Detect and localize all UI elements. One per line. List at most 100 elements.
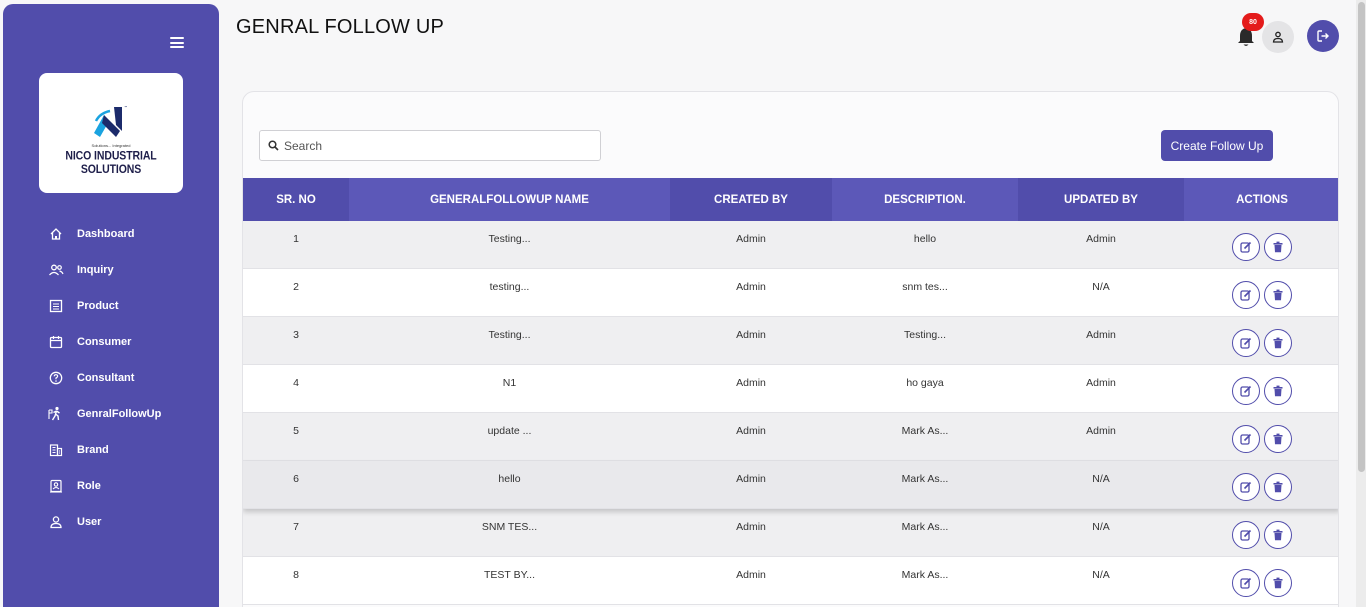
sidebar-item-dashboard[interactable]: Dashboard <box>3 222 219 246</box>
edit-button[interactable] <box>1232 569 1260 597</box>
edit-button[interactable] <box>1232 377 1260 405</box>
followup-card: Create Follow Up SR. NO GENERALFOLLOWUP … <box>242 91 1339 607</box>
sidebar-item-consultant[interactable]: Consultant <box>3 366 219 390</box>
sidebar-item-role[interactable]: Role <box>3 474 219 498</box>
table-row[interactable]: 5 update ... Admin Mark As... Admin <box>243 413 1338 461</box>
column-header-updated-by[interactable]: UPDATED BY <box>1018 178 1184 221</box>
table-row[interactable]: 6 hello Admin Mark As... N/A <box>243 461 1338 509</box>
delete-button[interactable] <box>1264 377 1292 405</box>
cell-sr-no: 7 <box>293 521 299 533</box>
edit-button[interactable] <box>1232 329 1260 357</box>
profile-avatar[interactable] <box>1262 21 1294 53</box>
edit-icon <box>1240 529 1252 541</box>
sidebar-item-label: Brand <box>77 444 109 456</box>
page-title: GENRAL FOLLOW UP <box>236 16 445 38</box>
help-circle-icon <box>48 370 64 386</box>
cell-created-by: Admin <box>736 473 766 485</box>
sidebar: ™ Solutions... Integrated NICO INDUSTRIA… <box>3 4 219 607</box>
sidebar-item-label: Product <box>77 300 119 312</box>
table-row[interactable]: 4 N1 Admin ho gaya Admin <box>243 365 1338 413</box>
home-icon <box>48 226 64 242</box>
cell-description: snm tes... <box>902 281 948 293</box>
delete-button[interactable] <box>1264 473 1292 501</box>
delete-button[interactable] <box>1264 569 1292 597</box>
table-row[interactable]: 3 Testing... Admin Testing... Admin <box>243 317 1338 365</box>
column-header-description[interactable]: DESCRIPTION. <box>832 178 1018 221</box>
logo-tagline: Solutions... Integrated <box>91 143 131 148</box>
delete-button[interactable] <box>1264 521 1292 549</box>
table-row[interactable]: 1 Testing... Admin hello Admin <box>243 221 1338 269</box>
cell-sr-no: 2 <box>293 281 299 293</box>
logout-button[interactable] <box>1307 20 1339 52</box>
edit-button[interactable] <box>1232 521 1260 549</box>
cell-description: Mark As... <box>901 521 949 533</box>
sidebar-item-genralfollowup[interactable]: GenralFollowUp <box>3 402 219 426</box>
cell-sr-no: 8 <box>293 569 299 581</box>
cell-actions <box>1184 557 1338 604</box>
cell-name: update ... <box>487 425 532 437</box>
cell-actions <box>1184 509 1338 556</box>
sidebar-item-user[interactable]: User <box>3 510 219 534</box>
cell-name: testing... <box>489 281 530 293</box>
cell-updated-by: Admin <box>1086 425 1116 437</box>
column-header-name[interactable]: GENERALFOLLOWUP NAME <box>349 178 670 221</box>
create-follow-up-button[interactable]: Create Follow Up <box>1161 130 1273 161</box>
delete-button[interactable] <box>1264 425 1292 453</box>
trash-icon <box>1273 385 1283 397</box>
company-logo: ™ Solutions... Integrated NICO INDUSTRIA… <box>39 73 183 193</box>
trash-icon <box>1273 433 1283 445</box>
sidebar-item-label: Inquiry <box>77 264 114 276</box>
list-icon <box>48 298 64 314</box>
cell-created-by: Admin <box>736 425 766 437</box>
trash-icon <box>1273 289 1283 301</box>
cell-actions <box>1184 221 1338 268</box>
sidebar-item-consumer[interactable]: Consumer <box>3 330 219 354</box>
notification-badge: 80 <box>1242 13 1264 31</box>
walking-person-icon <box>48 406 64 422</box>
menu-toggle-icon[interactable] <box>170 37 184 48</box>
search-icon <box>268 140 279 151</box>
scrollbar-thumb[interactable] <box>1358 2 1365 472</box>
cell-updated-by: Admin <box>1086 233 1116 245</box>
cell-sr-no: 4 <box>293 377 299 389</box>
delete-button[interactable] <box>1264 281 1292 309</box>
trash-icon <box>1273 529 1283 541</box>
cell-created-by: Admin <box>736 233 766 245</box>
cell-description: Mark As... <box>901 425 949 437</box>
cell-sr-no: 5 <box>293 425 299 437</box>
table-row[interactable]: 8 TEST BY... Admin Mark As... N/A <box>243 557 1338 605</box>
id-card-icon <box>48 478 64 494</box>
edit-icon <box>1240 241 1252 253</box>
column-header-created-by[interactable]: CREATED BY <box>670 178 832 221</box>
search-input[interactable] <box>284 136 584 156</box>
table-row[interactable]: 7 SNM TES... Admin Mark As... N/A <box>243 509 1338 557</box>
cell-created-by: Admin <box>736 521 766 533</box>
cell-name: N1 <box>502 377 517 389</box>
table-header: SR. NO GENERALFOLLOWUP NAME CREATED BY D… <box>243 178 1338 221</box>
cell-name: Testing... <box>488 329 531 341</box>
delete-button[interactable] <box>1264 233 1292 261</box>
cell-description: Mark As... <box>901 569 949 581</box>
cell-updated-by: Admin <box>1086 377 1116 389</box>
cell-updated-by: Admin <box>1086 329 1116 341</box>
edit-button[interactable] <box>1232 473 1260 501</box>
cell-name: hello <box>498 473 521 485</box>
calendar-icon <box>48 334 64 350</box>
edit-button[interactable] <box>1232 281 1260 309</box>
table-row[interactable]: 2 testing... Admin snm tes... N/A <box>243 269 1338 317</box>
sidebar-item-inquiry[interactable]: Inquiry <box>3 258 219 282</box>
cell-created-by: Admin <box>736 281 766 293</box>
edit-button[interactable] <box>1232 425 1260 453</box>
cell-sr-no: 3 <box>293 329 299 341</box>
sidebar-item-label: GenralFollowUp <box>77 408 162 420</box>
nico-logo-mark: ™ <box>94 105 128 137</box>
edit-icon <box>1240 433 1252 445</box>
column-header-sr-no[interactable]: SR. NO <box>243 178 349 221</box>
sidebar-item-product[interactable]: Product <box>3 294 219 318</box>
edit-button[interactable] <box>1232 233 1260 261</box>
delete-button[interactable] <box>1264 329 1292 357</box>
cell-actions <box>1184 461 1338 508</box>
sidebar-item-brand[interactable]: Brand <box>3 438 219 462</box>
cell-description: ho gaya <box>906 377 944 389</box>
edit-icon <box>1240 481 1252 493</box>
